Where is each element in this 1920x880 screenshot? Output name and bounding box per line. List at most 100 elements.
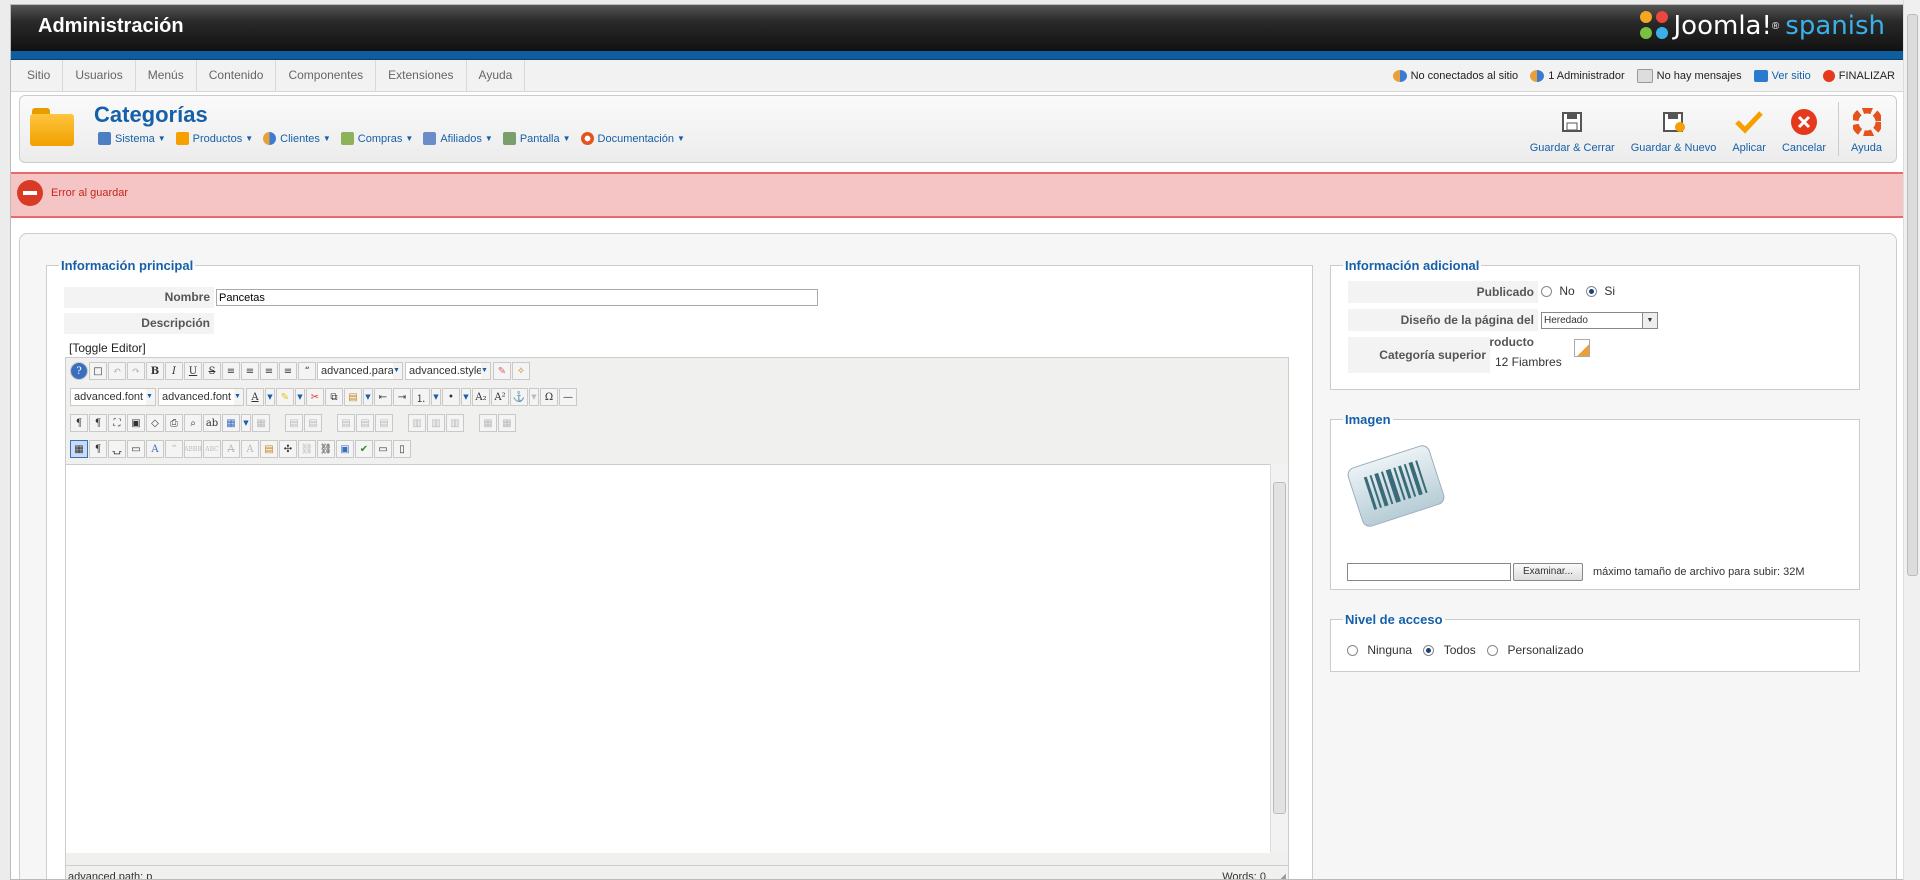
- styles-icon[interactable]: A: [146, 440, 164, 458]
- link-icon[interactable]: ⛓: [317, 440, 335, 458]
- unlink-icon[interactable]: ⛓: [298, 440, 316, 458]
- superscript-icon[interactable]: A²: [491, 388, 509, 406]
- published-yes-radio[interactable]: [1586, 286, 1598, 298]
- font-family-select[interactable]: advanced.font ▼: [70, 388, 156, 406]
- apply-button[interactable]: Aplicar: [1724, 100, 1774, 154]
- page-scrollbar[interactable]: [1903, 0, 1920, 880]
- table-row-props-icon[interactable]: ▤: [285, 414, 303, 432]
- dropdown-arrow-icon[interactable]: ▼: [461, 388, 471, 406]
- menu-sitio[interactable]: Sitio: [15, 60, 64, 91]
- strikethrough-icon[interactable]: S: [203, 362, 221, 380]
- status-messages[interactable]: No hay mensajes: [1636, 68, 1742, 83]
- delete-col-icon[interactable]: ▥: [446, 414, 464, 432]
- fullscreen-icon[interactable]: ⛶: [108, 414, 126, 432]
- menu-usuarios[interactable]: Usuarios: [63, 60, 136, 91]
- submenu-clientes[interactable]: Clientes ▼: [263, 132, 331, 145]
- visual-aid-icon[interactable]: ▦: [70, 440, 88, 458]
- dropdown-arrow-icon[interactable]: ▼: [241, 414, 251, 432]
- split-cells-icon[interactable]: ▦: [479, 414, 497, 432]
- save-new-button[interactable]: Guardar & Nuevo: [1623, 100, 1725, 154]
- align-right-icon[interactable]: ≡: [279, 362, 297, 380]
- bold-icon[interactable]: B: [146, 362, 164, 380]
- toggle-editor-link[interactable]: [Toggle Editor]: [69, 341, 146, 355]
- bullet-list-icon[interactable]: •: [442, 388, 460, 406]
- dropdown-arrow-icon[interactable]: ▼: [529, 388, 539, 406]
- style-select[interactable]: advanced.style ▼: [405, 362, 491, 380]
- col-after-icon[interactable]: ▥: [427, 414, 445, 432]
- replace-icon[interactable]: ab: [203, 414, 221, 432]
- merge-cells-icon[interactable]: ▦: [498, 414, 516, 432]
- menu-componentes[interactable]: Componentes: [276, 60, 377, 91]
- resize-handle-icon[interactable]: ◢: [1278, 872, 1286, 879]
- insertion-icon[interactable]: A: [241, 440, 259, 458]
- delete-table-icon[interactable]: ▦: [252, 414, 270, 432]
- html-source-icon[interactable]: ◇: [146, 414, 164, 432]
- pagebreak-icon[interactable]: ▯: [393, 440, 411, 458]
- file-path-input[interactable]: [1347, 563, 1511, 581]
- outdent-icon[interactable]: ⇤: [374, 388, 392, 406]
- dropdown-arrow-icon[interactable]: ▼: [265, 388, 275, 406]
- template-icon[interactable]: ▭: [374, 440, 392, 458]
- access-all-radio[interactable]: [1423, 645, 1435, 657]
- cut-icon[interactable]: ✂: [306, 388, 324, 406]
- delete-row-icon[interactable]: ▤: [375, 414, 393, 432]
- horizontal-rule-icon[interactable]: —: [559, 388, 577, 406]
- menu-extensiones[interactable]: Extensiones: [376, 60, 467, 91]
- insert-table-icon[interactable]: ▦: [222, 414, 240, 432]
- paragraph-format-select[interactable]: advanced.para ▼: [317, 362, 403, 380]
- submenu-productos[interactable]: Productos ▼: [175, 132, 253, 145]
- editor-content-area[interactable]: [66, 464, 1270, 853]
- spellcheck-icon[interactable]: ✔: [355, 440, 373, 458]
- align-justify-icon[interactable]: ≡: [222, 362, 240, 380]
- save-close-button[interactable]: Guardar & Cerrar: [1522, 100, 1623, 154]
- submenu-afiliados[interactable]: Afiliados ▼: [423, 132, 493, 145]
- paste-icon[interactable]: ▤: [344, 388, 362, 406]
- row-before-icon[interactable]: ▤: [337, 414, 355, 432]
- ltr-icon[interactable]: ¶: [70, 414, 88, 432]
- acronym-icon[interactable]: ABC: [203, 440, 221, 458]
- visual-chars-icon[interactable]: ¶: [89, 440, 107, 458]
- underline-icon[interactable]: U: [184, 362, 202, 380]
- submenu-sistema[interactable]: Sistema ▼: [98, 132, 166, 145]
- layer-icon[interactable]: ✣: [279, 440, 297, 458]
- highlight-icon[interactable]: ✎: [276, 388, 294, 406]
- published-no-radio[interactable]: [1541, 286, 1552, 298]
- abbr-icon[interactable]: ABBR: [184, 440, 202, 458]
- eraser-icon[interactable]: ✎: [493, 362, 511, 380]
- align-left-icon[interactable]: ≡: [260, 362, 278, 380]
- preview-icon[interactable]: ▣: [127, 414, 145, 432]
- col-before-icon[interactable]: ▥: [408, 414, 426, 432]
- dropdown-arrow-icon[interactable]: ▼: [295, 388, 305, 406]
- print-icon[interactable]: ⎙: [165, 414, 183, 432]
- align-center-icon[interactable]: ≡: [241, 362, 259, 380]
- text-color-icon[interactable]: A: [246, 388, 264, 406]
- help-button[interactable]: Ayuda: [1843, 100, 1890, 154]
- subscript-icon[interactable]: A₂: [472, 388, 490, 406]
- cancel-button[interactable]: Cancelar: [1774, 100, 1834, 154]
- copy-icon[interactable]: ⧉: [325, 388, 343, 406]
- clean-icon[interactable]: ✧: [512, 362, 530, 380]
- dropdown-arrow-icon[interactable]: ▼: [431, 388, 441, 406]
- blockquote-box-icon[interactable]: ▭: [127, 440, 145, 458]
- cite-icon[interactable]: “: [165, 440, 183, 458]
- logout-link[interactable]: FINALIZAR: [1822, 69, 1895, 82]
- dropdown-arrow-icon[interactable]: ▼: [363, 388, 373, 406]
- redo-icon[interactable]: ↷: [127, 362, 145, 380]
- menu-ayuda[interactable]: Ayuda: [467, 60, 526, 91]
- name-input[interactable]: [216, 289, 818, 306]
- row-after-icon[interactable]: ▤: [356, 414, 374, 432]
- browse-button[interactable]: Examinar...: [1513, 563, 1583, 581]
- blockquote-icon[interactable]: “: [298, 362, 316, 380]
- nonbreaking-icon[interactable]: ⍽: [108, 440, 126, 458]
- editor-scrollbar[interactable]: [1270, 464, 1288, 852]
- menu-contenido[interactable]: Contenido: [197, 60, 277, 91]
- new-document-icon[interactable]: □: [89, 362, 107, 380]
- rtl-icon[interactable]: ¶: [89, 414, 107, 432]
- submenu-compras[interactable]: Compras ▼: [340, 132, 413, 145]
- italic-icon[interactable]: I: [165, 362, 183, 380]
- special-char-icon[interactable]: Ω: [540, 388, 558, 406]
- edit-icon[interactable]: [1574, 339, 1590, 357]
- anchor-icon[interactable]: ⚓: [510, 388, 528, 406]
- attributes-icon[interactable]: ▤: [260, 440, 278, 458]
- submenu-pantalla[interactable]: Pantalla ▼: [502, 132, 571, 145]
